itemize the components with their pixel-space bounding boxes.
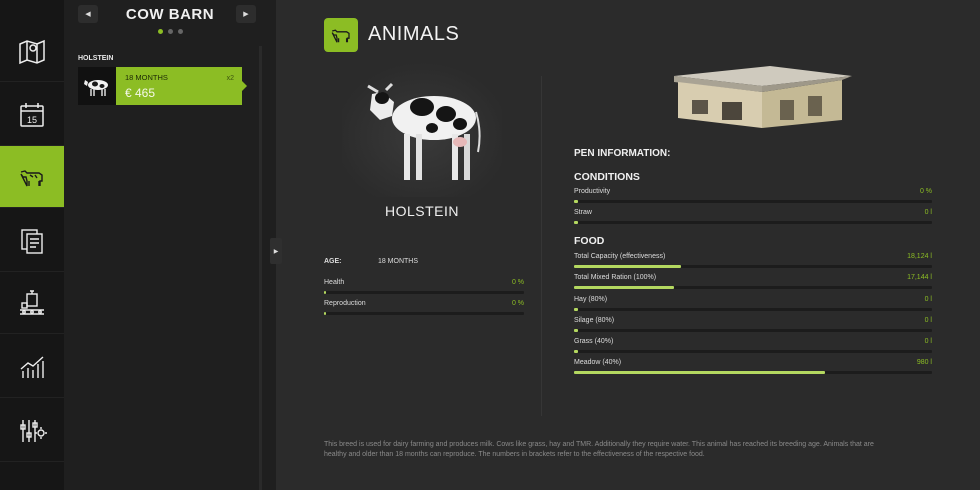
breed-description: This breed is used for dairy farming and…	[324, 441, 874, 458]
stat-bar-fill	[574, 200, 579, 203]
stat-label: Straw	[574, 209, 592, 216]
panel-header: ◀ COW BARN ▶	[64, 0, 276, 46]
stat-value: 0 l	[924, 317, 932, 324]
stat-label: Silage (80%)	[574, 317, 615, 324]
age-row: AGE: 18 MONTHS	[324, 258, 418, 265]
stat-bar	[574, 350, 932, 353]
nav-item-production[interactable]	[0, 272, 64, 334]
collapse-panel-button[interactable]: ▶	[270, 238, 282, 264]
stat-value: 17,144 l	[907, 274, 932, 281]
settings-icon	[20, 419, 47, 442]
calendar-day-text: 15	[27, 115, 37, 125]
stat-bar	[574, 329, 932, 332]
stat-bar	[574, 308, 932, 311]
hay-stat: Hay (80%) 0 l	[574, 296, 932, 311]
page-dot[interactable]	[167, 29, 173, 34]
reproduction-stat: Reproduction 0 %	[324, 300, 524, 315]
nav-item-calendar[interactable]: 15	[0, 84, 64, 146]
animal-card-body: 18 MONTHS € 465 x2	[116, 67, 247, 105]
stat-bar	[324, 291, 524, 294]
conditions-heading: CONDITIONS	[574, 171, 640, 183]
stat-label: Meadow (40%)	[574, 359, 622, 366]
animal-list-item[interactable]: 18 MONTHS € 465 x2	[78, 67, 308, 105]
stat-bar-fill	[574, 329, 579, 332]
stat-bar-fill	[574, 371, 825, 374]
animal-thumbnail	[78, 67, 116, 105]
stat-bar	[574, 286, 932, 289]
productivity-stat: Productivity 0 %	[574, 188, 932, 203]
stat-value: 980 l	[916, 359, 932, 366]
nav-item-statistics[interactable]	[0, 336, 64, 398]
stat-label: Health	[324, 279, 345, 286]
cow-icon	[20, 169, 43, 186]
health-stat: Health 0 %	[324, 279, 524, 294]
panel-scrollbar[interactable]	[259, 46, 262, 490]
map-icon	[19, 39, 45, 64]
calendar-icon: 15	[20, 102, 44, 127]
stat-bar	[574, 265, 932, 268]
barn-panel: ◀ COW BARN ▶ HOLSTEIN 18 MONTHS € 465 x2	[64, 0, 276, 490]
breed-group-label: HOLSTEIN	[78, 55, 114, 62]
meadow-stat: Meadow (40%) 980 l	[574, 359, 932, 374]
animal-price-text: € 465	[125, 86, 156, 100]
stat-label: Productivity	[574, 188, 611, 195]
animal-count-badge: x2	[226, 75, 234, 82]
animal-preview-image	[342, 62, 502, 197]
silage-stat: Silage (80%) 0 l	[574, 317, 932, 332]
age-label: AGE:	[324, 258, 342, 265]
contracts-icon	[21, 228, 43, 254]
page-dots	[64, 29, 276, 34]
stat-value: 0 l	[924, 296, 932, 303]
age-value: 18 MONTHS	[377, 258, 419, 265]
stat-value: 0 %	[511, 300, 524, 307]
cow-thumbnail-icon	[84, 80, 108, 96]
grass-stat: Grass (40%) 0 l	[574, 338, 932, 353]
stat-bar-fill	[324, 291, 327, 294]
stat-value: 0 l	[924, 209, 932, 216]
page-title: ANIMALS	[368, 23, 460, 45]
tmr-stat: Total Mixed Ration (100%) 17,144 l	[574, 274, 932, 289]
stat-value: 18,124 l	[907, 253, 932, 260]
stat-value: 0 %	[511, 279, 524, 286]
main-nav: 15	[0, 0, 70, 490]
stat-label: Grass (40%)	[574, 338, 614, 345]
barn-image	[674, 66, 852, 128]
stat-bar	[574, 200, 932, 203]
stat-bar-fill	[574, 350, 579, 353]
stat-value: 0 %	[919, 188, 932, 195]
total-capacity-stat: Total Capacity (effectiveness) 18,124 l	[574, 253, 932, 268]
stat-bar	[574, 371, 932, 374]
stat-bar-fill	[574, 308, 579, 311]
next-barn-button[interactable]: ▶	[236, 5, 256, 23]
nav-item-animals[interactable]	[0, 146, 70, 208]
stat-bar	[574, 221, 932, 224]
animal-name: HOLSTEIN	[384, 203, 459, 219]
nav-item-settings[interactable]	[0, 400, 64, 462]
straw-stat: Straw 0 l	[574, 209, 932, 224]
food-heading: FOOD	[574, 235, 605, 247]
animal-age-text: 18 MONTHS	[125, 73, 168, 82]
stat-label: Hay (80%)	[574, 296, 608, 303]
stat-label: Reproduction	[324, 300, 366, 307]
nav-item-contracts[interactable]	[0, 210, 64, 272]
stat-bar-fill	[574, 265, 682, 268]
stat-bar-fill	[574, 221, 579, 224]
nav-item-map[interactable]	[0, 20, 64, 82]
stat-label: Total Capacity (effectiveness)	[574, 253, 666, 260]
page-dot[interactable]	[157, 29, 163, 34]
stat-bar-fill	[574, 286, 675, 289]
page-dot[interactable]	[177, 29, 183, 34]
production-icon	[20, 289, 44, 315]
stat-bar	[324, 312, 524, 315]
stat-label: Total Mixed Ration (100%)	[574, 274, 657, 281]
pen-information-heading: PEN INFORMATION:	[574, 148, 671, 159]
stat-value: 0 l	[924, 338, 932, 345]
animals-main: ANIMALS HOLSTEIN AGE: 18 MONTHS Health 0…	[282, 0, 980, 490]
animals-section-icon	[324, 18, 358, 52]
column-divider	[541, 76, 542, 416]
stat-bar-fill	[324, 312, 327, 315]
stats-icon	[20, 355, 44, 378]
cow-icon	[331, 29, 350, 43]
